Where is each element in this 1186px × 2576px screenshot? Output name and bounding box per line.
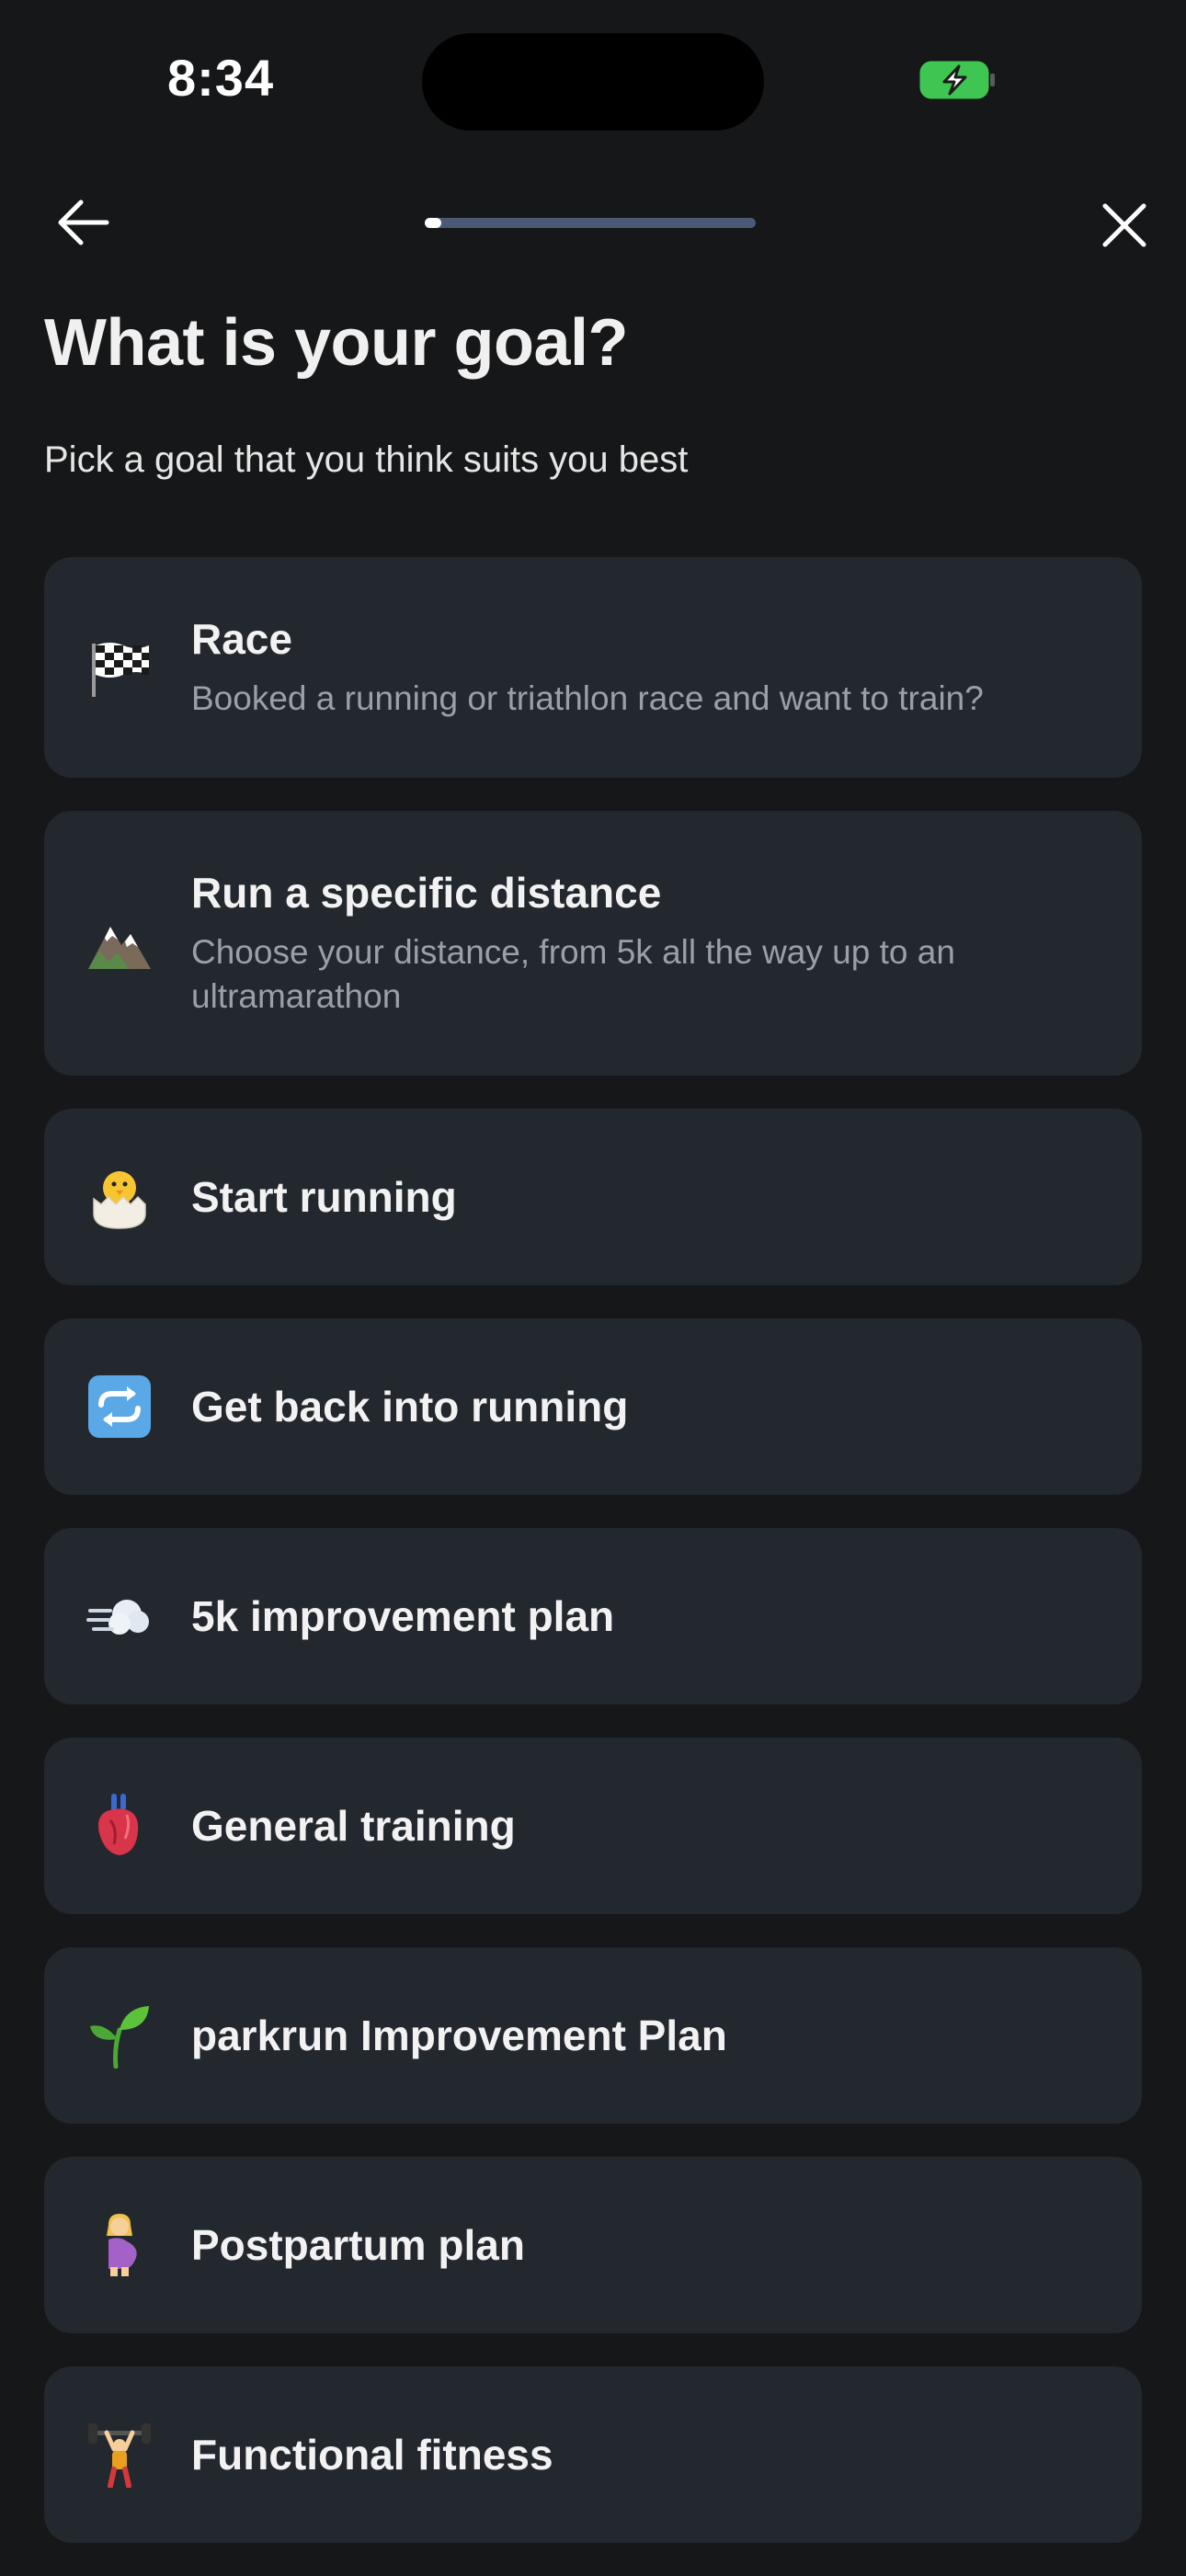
battery-charging-icon <box>919 61 997 99</box>
goal-description: Choose your distance, from 5k all the wa… <box>191 933 955 1015</box>
weight-lifter-icon <box>86 2422 153 2488</box>
page-subtitle: Pick a goal that you think suits you bes… <box>44 439 689 480</box>
goal-card-run-specific-distance[interactable]: Run a specific distance Choose your dist… <box>44 811 1142 1076</box>
goal-title: Race <box>191 615 292 663</box>
goal-card-postpartum-plan[interactable]: Postpartum plan <box>44 2157 1142 2333</box>
goal-card-parkrun-improvement-plan[interactable]: parkrun Improvement Plan <box>44 1947 1142 2124</box>
seedling-icon <box>86 2002 153 2069</box>
goal-card-general-training[interactable]: General training <box>44 1738 1142 1914</box>
goal-description: Booked a running or triathlon race and w… <box>191 679 984 717</box>
hatching-chick-icon <box>86 1164 153 1230</box>
status-time: 8:34 <box>167 49 275 107</box>
close-button[interactable] <box>1094 195 1155 256</box>
goal-title: General training <box>191 1802 516 1850</box>
goal-card-race[interactable]: Race Booked a running or triathlon race … <box>44 557 1142 778</box>
goal-card-start-running[interactable]: Start running <box>44 1109 1142 1285</box>
snow-capped-mountain-icon <box>86 910 153 976</box>
close-icon <box>1102 203 1146 247</box>
goal-title: Run a specific distance <box>191 869 662 917</box>
progress-fill <box>425 218 441 228</box>
pregnant-woman-icon <box>86 2212 153 2278</box>
goal-card-functional-fitness[interactable]: Functional fitness <box>44 2366 1142 2543</box>
goal-title: parkrun Improvement Plan <box>191 2012 727 2059</box>
page-title: What is your goal? <box>44 306 629 380</box>
repeat-arrows-icon <box>86 1373 153 1440</box>
goal-title: Functional fitness <box>191 2431 553 2479</box>
back-button[interactable] <box>48 193 118 252</box>
goal-card-get-back-into-running[interactable]: Get back into running <box>44 1318 1142 1495</box>
goal-title: 5k improvement plan <box>191 1592 615 1640</box>
goal-title: Start running <box>191 1173 457 1221</box>
goal-title: Get back into running <box>191 1383 629 1430</box>
goal-title: Postpartum plan <box>191 2221 525 2269</box>
progress-bar <box>425 218 756 228</box>
dashing-away-icon <box>86 1583 153 1649</box>
dynamic-island <box>422 33 764 131</box>
goal-list: Race Booked a running or triathlon race … <box>44 557 1142 2576</box>
anatomical-heart-icon <box>86 1793 153 1859</box>
chequered-flag-icon <box>86 634 153 701</box>
arrow-left-icon <box>58 199 109 245</box>
goal-card-5k-improvement-plan[interactable]: 5k improvement plan <box>44 1528 1142 1704</box>
